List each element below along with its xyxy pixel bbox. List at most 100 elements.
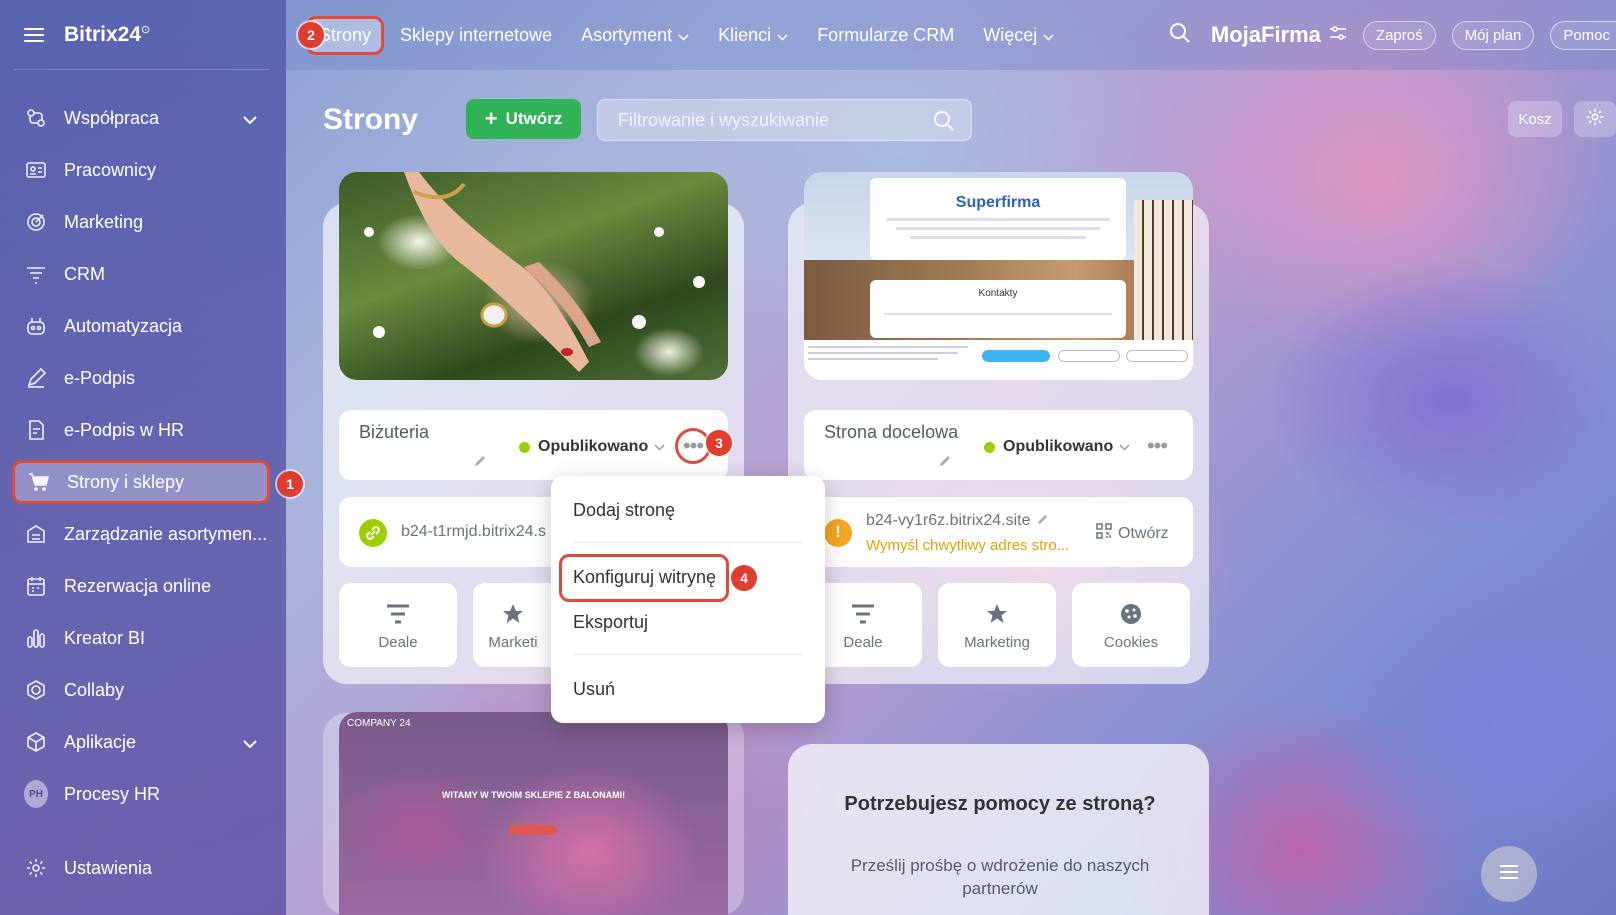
my-plan-button[interactable]: Mój plan <box>1451 20 1535 50</box>
sidebar-item-label: Współpraca <box>64 107 160 128</box>
tab-label: Asortyment <box>581 24 673 45</box>
status-dot <box>519 441 530 453</box>
floating-menu-button[interactable] <box>1481 846 1537 902</box>
star-icon <box>985 600 1009 628</box>
tile-label: Deale <box>378 633 418 651</box>
settings-gear-button[interactable] <box>1574 101 1616 137</box>
site-url[interactable]: b24-t1rmjd.bitrix24.s <box>401 523 546 541</box>
filter-settings-icon[interactable] <box>1329 25 1347 46</box>
brand-logo[interactable]: Bitrix24⊙ <box>64 23 150 47</box>
sidebar-item-crm[interactable]: CRM <box>12 252 270 296</box>
pencil-icon[interactable] <box>1036 513 1049 531</box>
tab-label: Sklepy internetowe <box>400 24 553 45</box>
tab-online-stores[interactable]: Sklepy internetowe <box>400 25 552 46</box>
marketing-tile[interactable]: Marketing <box>938 583 1056 667</box>
status-label: Opublikowano <box>538 438 649 455</box>
marketing-tile[interactable]: Marketi <box>473 583 553 667</box>
funnel-icon <box>850 600 876 628</box>
cart-icon <box>27 470 51 494</box>
company-name[interactable]: MojaFirma <box>1211 22 1321 48</box>
site-thumbnail-jewelry[interactable] <box>339 172 728 380</box>
sidebar-item-label: Collaby <box>64 679 125 700</box>
cookies-tile[interactable]: Cookies <box>1072 583 1190 667</box>
more-dots-icon: ••• <box>682 433 704 458</box>
create-button[interactable]: + Utwórz <box>466 99 581 139</box>
search-icon[interactable] <box>1169 22 1191 49</box>
marketing-icon <box>24 210 48 234</box>
crm-icon <box>24 262 48 286</box>
hr-signature-icon <box>24 418 48 442</box>
brand-row: Bitrix24⊙ <box>14 0 270 70</box>
sidebar-item-settings[interactable]: Ustawienia <box>12 846 270 890</box>
signature-icon <box>24 366 48 390</box>
site-name[interactable]: Biżuteria <box>359 422 429 443</box>
menu-item-export[interactable]: Eksportuj <box>573 612 648 633</box>
sidebar-item-automation[interactable]: Automatyzacja <box>12 304 270 348</box>
pencil-icon[interactable] <box>938 454 952 473</box>
sidebar-item-marketing[interactable]: Marketing <box>12 200 270 244</box>
sidebar-item-apps[interactable]: Aplikacje <box>12 720 270 764</box>
sidebar-item-label: Zarządzanie asortymen... <box>64 523 268 544</box>
more-options-button[interactable]: ••• <box>1140 429 1174 463</box>
open-label: Otwórz <box>1118 524 1169 542</box>
sidebar-item-inventory[interactable]: Zarządzanie asortymen... <box>12 512 270 556</box>
hexagon-icon <box>24 678 48 702</box>
open-site-button[interactable]: Otwórz <box>1096 523 1169 544</box>
step-badge-2: 2 <box>298 22 324 48</box>
sidebar-item-sites-and-stores[interactable]: Strony i sklepy <box>12 460 270 504</box>
status-dropdown[interactable]: Opublikowano <box>984 438 1130 456</box>
menu-item-delete[interactable]: Usuń <box>573 679 615 700</box>
sidebar-item-label: Kreator BI <box>64 627 146 648</box>
site-url[interactable]: b24-vy1r6z.bitrix24.site <box>866 512 1031 530</box>
deals-tile[interactable]: Deale <box>339 583 457 667</box>
list-icon <box>1498 863 1520 886</box>
pencil-icon[interactable] <box>473 454 487 473</box>
search-icon[interactable] <box>933 110 955 137</box>
funnel-icon <box>385 600 411 628</box>
url-warning-text[interactable]: Wymyśl chwytliwy adres stro... <box>866 537 1069 554</box>
sidebar-item-label: Ustawienia <box>64 857 153 878</box>
site-name[interactable]: Strona docelowa <box>824 422 958 443</box>
tab-assortment[interactable]: Asortyment <box>581 25 689 46</box>
sidebar-item-collaboration[interactable]: Współpraca <box>12 96 270 140</box>
sidebar-item-hr-signature[interactable]: e-Podpis w HR <box>12 408 270 452</box>
tab-crm-forms[interactable]: Formularze CRM <box>817 25 954 46</box>
status-dropdown[interactable]: Opublikowano <box>519 438 665 456</box>
tab-more[interactable]: Więcej <box>983 25 1054 46</box>
trash-button[interactable]: Kosz <box>1508 101 1562 137</box>
sidebar-item-signature[interactable]: e-Podpis <box>12 356 270 400</box>
site-thumbnail-landing[interactable]: Superfirma Kontakty <box>804 172 1193 380</box>
step-badge-3: 3 <box>706 430 732 456</box>
create-label: Utwórz <box>505 109 563 128</box>
sidebar-item-bi-builder[interactable]: Kreator BI <box>12 616 270 660</box>
sidebar-item-hr-processes[interactable]: PH Procesy HR <box>12 772 270 816</box>
inventory-icon <box>24 522 48 546</box>
gear-icon <box>1585 107 1605 132</box>
site-options-menu: Dodaj stronę Konfiguruj witrynę Eksportu… <box>551 476 825 723</box>
tab-clients[interactable]: Klienci <box>718 25 788 46</box>
site-thumbnail-balloons[interactable]: COMPANY 24 WITAMY W TWOIM SKLEPIE Z BALO… <box>339 712 728 915</box>
plus-icon: + <box>484 106 498 131</box>
sidebar-item-label: Procesy HR <box>64 783 161 804</box>
help-button[interactable]: Pomoc <box>1550 20 1616 50</box>
sidebar-item-collaby[interactable]: Collaby <box>12 668 270 712</box>
chevron-down-icon <box>678 25 689 46</box>
automation-icon <box>24 314 48 338</box>
invite-button[interactable]: Zaproś <box>1362 20 1436 50</box>
preview-footer <box>804 340 1193 380</box>
menu-burger-icon[interactable] <box>24 27 44 42</box>
menu-divider <box>573 654 803 655</box>
sidebar-item-booking[interactable]: Rezerwacja online <box>12 564 270 608</box>
search-input[interactable] <box>618 110 918 131</box>
chevron-down-icon[interactable] <box>242 109 258 130</box>
sidebar-item-employees[interactable]: Pracownicy <box>12 148 270 192</box>
status-label: Opublikowano <box>1003 438 1114 455</box>
tile-label: Marketi <box>488 633 538 651</box>
sidebar-item-label: CRM <box>64 263 105 284</box>
menu-item-add-page[interactable]: Dodaj stronę <box>573 500 675 521</box>
chevron-down-icon <box>654 438 665 456</box>
chevron-down-icon <box>777 25 788 46</box>
sidebar-menu: Współpraca Pracownicy Marketing CRM Auto… <box>0 96 286 890</box>
menu-item-configure-site[interactable]: Konfiguruj witrynę <box>573 567 716 588</box>
chevron-down-icon[interactable] <box>242 733 258 754</box>
